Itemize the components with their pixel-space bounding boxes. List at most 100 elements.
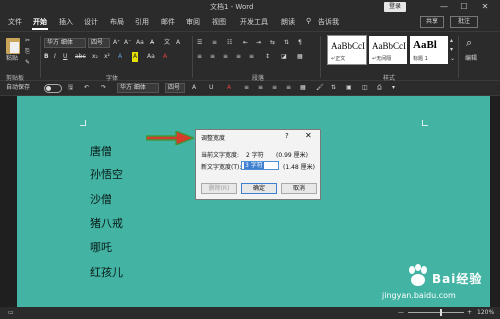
tab-read-aloud[interactable]: 朗读 — [281, 17, 295, 27]
maximize-icon[interactable]: ☐ — [456, 1, 472, 13]
bullets-icon[interactable]: ☰ — [197, 38, 202, 48]
close-icon[interactable]: ✕ — [477, 1, 493, 13]
line-spacing-icon[interactable]: ↕ — [265, 52, 270, 62]
decrease-indent-icon[interactable]: ⇤ — [243, 38, 248, 48]
increase-indent-icon[interactable]: ⇥ — [256, 38, 261, 48]
tab-tell-me[interactable]: 告诉我 — [318, 17, 339, 27]
styles-more-icon[interactable]: ⌄ — [450, 54, 455, 64]
qat-font-name-select[interactable]: 华方 细体 — [117, 83, 159, 93]
doc-line[interactable]: 猪八戒 — [90, 215, 123, 231]
tab-insert[interactable]: 插入 — [59, 17, 73, 27]
tab-mailings[interactable]: 邮件 — [161, 17, 175, 27]
zoom-in-button[interactable]: + — [467, 308, 472, 318]
qat-print-icon[interactable]: ⎙ — [377, 83, 382, 93]
change-case-icon[interactable]: Aa — [136, 38, 144, 48]
doc-line[interactable]: 红孩儿 — [90, 264, 123, 280]
paste-label[interactable]: 粘贴 — [6, 54, 18, 64]
tab-view[interactable]: 视图 — [212, 17, 226, 27]
autosave-toggle[interactable] — [44, 84, 62, 93]
shading-icon[interactable]: ◪ — [281, 52, 287, 62]
comment-button[interactable]: 批注 — [450, 16, 478, 28]
search-icon[interactable]: ⚲ — [306, 17, 311, 25]
show-marks-icon[interactable]: ¶ — [298, 38, 302, 48]
doc-line[interactable]: 哪吒 — [90, 239, 112, 255]
redo-icon[interactable]: ↷ — [101, 83, 106, 93]
qat-font-color-icon[interactable]: A — [192, 83, 196, 93]
copy-icon[interactable]: ⎘ — [25, 47, 30, 57]
dialog-close-icon[interactable]: ✕ — [305, 131, 312, 140]
align-center-icon[interactable]: ≡ — [210, 52, 215, 62]
help-icon[interactable]: ? — [285, 132, 289, 140]
tab-layout[interactable]: 布局 — [110, 17, 124, 27]
qat-underline-icon[interactable]: U — [209, 83, 213, 93]
delete-button[interactable]: 删除(R) — [201, 183, 237, 194]
char-border-icon[interactable]: A — [176, 38, 180, 48]
underline-button[interactable]: U — [63, 52, 67, 62]
phonetic-guide-icon[interactable]: 文 — [164, 38, 170, 48]
editing-button[interactable]: 编辑 — [465, 54, 477, 64]
undo-icon[interactable]: ↶ — [84, 83, 89, 93]
format-painter-icon[interactable]: ✎ — [25, 58, 30, 68]
tab-developer[interactable]: 开发工具 — [240, 17, 268, 27]
qat-align-left-icon[interactable]: ≡ — [244, 83, 249, 93]
paste-icon[interactable] — [6, 38, 20, 54]
style-heading-1[interactable]: AaBl 标题 1 — [410, 36, 448, 64]
tab-review[interactable]: 审阅 — [186, 17, 200, 27]
font-size-select[interactable]: 四号 — [88, 38, 110, 48]
shrink-font-icon[interactable]: A⁻ — [124, 38, 131, 48]
font-size-case-button[interactable]: Aa — [147, 52, 155, 62]
minimize-icon[interactable]: — — [436, 1, 452, 13]
qat-image-icon[interactable]: ▣ — [346, 83, 352, 93]
tab-design[interactable]: 设计 — [84, 17, 98, 27]
qat-align-center-icon[interactable]: ≡ — [258, 83, 263, 93]
zoom-level[interactable]: 120% — [477, 308, 494, 318]
cancel-button[interactable]: 取消 — [281, 183, 317, 194]
new-width-input[interactable]: 3 字符 — [241, 161, 279, 170]
text-effects-button[interactable]: A — [118, 52, 122, 62]
find-icon[interactable]: ⌕ — [466, 37, 472, 48]
qat-paint-icon[interactable]: 🖌 — [316, 83, 324, 93]
grow-font-icon[interactable]: A⁺ — [113, 38, 120, 48]
font-name-select[interactable]: 华方 细体 — [44, 38, 86, 48]
italic-button[interactable]: I — [54, 52, 56, 62]
qat-more-icon[interactable]: ▾ — [392, 83, 395, 93]
align-left-icon[interactable]: ≡ — [197, 52, 202, 62]
bold-button[interactable]: B — [44, 52, 49, 62]
sort-icon[interactable]: ⇅ — [284, 38, 289, 48]
zoom-slider-thumb[interactable] — [440, 309, 442, 316]
borders-icon[interactable]: ▦ — [297, 52, 303, 62]
zoom-out-button[interactable]: — — [398, 308, 404, 318]
cut-icon[interactable]: ✂ — [25, 36, 30, 46]
qat-font-size-select[interactable]: 四号 — [165, 83, 185, 93]
tab-home[interactable]: 开始 — [32, 17, 48, 30]
clear-format-icon[interactable]: A̶ — [150, 38, 154, 48]
numbering-icon[interactable]: ≡ — [212, 38, 217, 48]
align-right-icon[interactable]: ≡ — [223, 52, 228, 62]
style-normal[interactable]: AaBbCcI ↵正文 — [327, 35, 367, 65]
qat-color-icon[interactable]: A — [227, 83, 231, 93]
font-color-button[interactable]: A — [163, 52, 167, 62]
qat-sort-icon[interactable]: ⇅ — [331, 83, 336, 93]
qat-align-right-icon[interactable]: ≡ — [272, 83, 277, 93]
tab-references[interactable]: 引用 — [135, 17, 149, 27]
chinese-layout-icon[interactable]: ⇆ — [270, 38, 275, 48]
style-no-spacing[interactable]: AaBbCcI ↵无间隔 — [369, 36, 407, 64]
doc-line[interactable]: 唐僧 — [90, 143, 112, 159]
doc-line[interactable]: 孙悟空 — [90, 166, 123, 182]
share-button[interactable]: 共享 — [420, 16, 444, 28]
tab-file[interactable]: 文件 — [8, 17, 22, 27]
multilevel-list-icon[interactable]: ☷ — [227, 38, 232, 48]
subscript-button[interactable]: x₂ — [92, 52, 98, 62]
justify-icon[interactable]: ≡ — [236, 52, 241, 62]
superscript-button[interactable]: x² — [104, 52, 110, 62]
qat-justify-icon[interactable]: ≡ — [286, 83, 291, 93]
qat-shape-icon[interactable]: ◫ — [362, 83, 368, 93]
login-button[interactable]: 登录 — [384, 2, 406, 12]
ok-button[interactable]: 确定 — [241, 183, 277, 194]
doc-line[interactable]: 沙僧 — [90, 191, 112, 207]
highlight-button[interactable]: A — [132, 52, 139, 62]
save-icon[interactable]: 🖫 — [68, 83, 73, 93]
zoom-slider[interactable] — [408, 312, 464, 313]
strikethrough-button[interactable]: abc — [75, 52, 86, 62]
distribute-icon[interactable]: ≡ — [249, 52, 254, 62]
